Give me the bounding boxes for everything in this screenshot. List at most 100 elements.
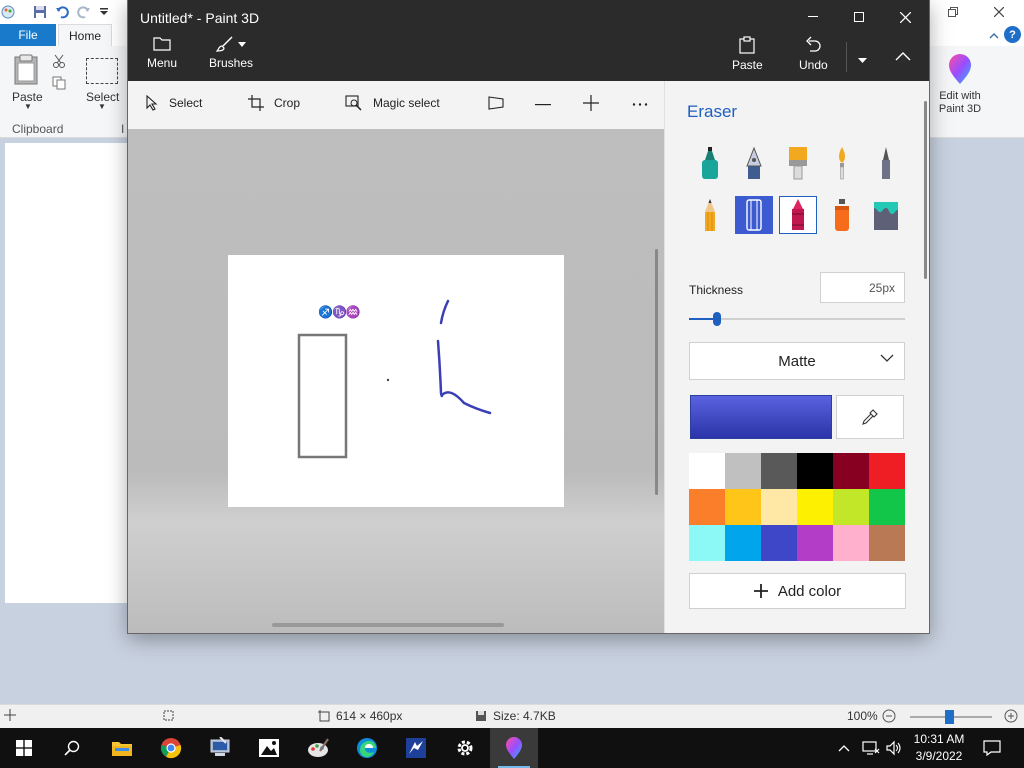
restore-icon[interactable] bbox=[930, 0, 976, 24]
thickness-slider[interactable] bbox=[689, 312, 905, 326]
file-explorer-icon[interactable] bbox=[98, 728, 146, 768]
paint-close-icon[interactable] bbox=[976, 0, 1022, 24]
paste-dropdown-icon[interactable]: ▼ bbox=[24, 102, 32, 111]
help-icon[interactable]: ? bbox=[1004, 26, 1021, 43]
palette-swatch[interactable] bbox=[833, 453, 869, 489]
crop-tool-button[interactable]: Crop bbox=[248, 95, 300, 111]
customize-quick-access-icon[interactable] bbox=[96, 4, 112, 20]
spray-can-icon[interactable] bbox=[823, 196, 861, 234]
workspace-horizontal-scrollbar[interactable] bbox=[272, 623, 504, 627]
tab-file[interactable]: File bbox=[0, 24, 56, 46]
palette-swatch[interactable] bbox=[797, 489, 833, 525]
search-icon[interactable] bbox=[48, 728, 96, 768]
palette-swatch[interactable] bbox=[869, 525, 905, 561]
paste-icon[interactable] bbox=[12, 54, 42, 86]
menu-button[interactable]: Menu bbox=[147, 36, 177, 70]
palette-swatch[interactable] bbox=[869, 489, 905, 525]
thickness-slider-thumb[interactable] bbox=[713, 312, 722, 326]
settings-icon[interactable] bbox=[441, 728, 489, 768]
palette-swatch[interactable] bbox=[797, 453, 833, 489]
redo-icon[interactable] bbox=[76, 4, 92, 20]
zoom-in-icon[interactable] bbox=[1004, 709, 1018, 723]
zoom-out-icon[interactable] bbox=[882, 709, 896, 723]
undo-button[interactable]: Undo bbox=[799, 36, 828, 72]
palette-swatch[interactable] bbox=[833, 525, 869, 561]
notifications-icon[interactable] bbox=[983, 728, 1001, 768]
eraser-icon[interactable] bbox=[735, 196, 773, 234]
command-bar: Menu Brushes Paste Undo bbox=[128, 34, 929, 81]
close-icon[interactable] bbox=[882, 0, 928, 34]
paint-taskbar-icon[interactable] bbox=[294, 728, 342, 768]
history-dropdown-icon[interactable] bbox=[858, 52, 867, 66]
cut-icon[interactable] bbox=[52, 54, 66, 71]
add-color-button[interactable]: Add color bbox=[689, 573, 906, 609]
zoom-out-tool-icon[interactable] bbox=[535, 104, 551, 106]
paste-command-button[interactable]: Paste bbox=[732, 36, 763, 72]
tool-bar: Select Crop Magic select bbox=[128, 81, 664, 129]
save-icon[interactable] bbox=[32, 4, 48, 20]
brushes-button[interactable]: Brushes bbox=[209, 36, 253, 70]
eyedropper-button[interactable] bbox=[836, 395, 904, 439]
edge-icon[interactable] bbox=[343, 728, 391, 768]
magic-select-button[interactable]: Magic select bbox=[345, 95, 440, 111]
thickness-input[interactable]: 25px bbox=[820, 272, 905, 303]
drawing-canvas[interactable]: ♐♑♒ bbox=[228, 255, 564, 507]
edit-with-paint3d-button[interactable]: Edit with Paint 3D bbox=[937, 90, 983, 116]
crayon-icon[interactable] bbox=[779, 196, 817, 234]
palette-swatch[interactable] bbox=[725, 525, 761, 561]
remote-desktop-icon[interactable] bbox=[196, 728, 244, 768]
pixel-pen-icon[interactable] bbox=[867, 144, 905, 182]
zoom-slider-thumb[interactable] bbox=[944, 710, 954, 724]
volume-icon[interactable] bbox=[886, 728, 902, 768]
finish-dropdown[interactable]: Matte bbox=[689, 342, 905, 380]
crop-icon bbox=[248, 95, 264, 111]
undo-icon[interactable] bbox=[54, 4, 70, 20]
palette-swatch[interactable] bbox=[725, 453, 761, 489]
zoom-slider[interactable] bbox=[910, 710, 992, 724]
pointer-icon bbox=[146, 95, 158, 111]
marker-brush-icon[interactable] bbox=[691, 144, 729, 182]
minimize-icon[interactable] bbox=[790, 0, 836, 34]
palette-swatch[interactable] bbox=[761, 453, 797, 489]
tab-home[interactable]: Home bbox=[58, 24, 112, 46]
clock[interactable]: 10:31 AM 3/9/2022 bbox=[912, 731, 966, 765]
select-tool-button[interactable]: Select bbox=[145, 95, 202, 111]
show-hidden-icons[interactable] bbox=[838, 728, 850, 768]
palette-swatch[interactable] bbox=[761, 489, 797, 525]
palette-swatch[interactable] bbox=[689, 525, 725, 561]
more-options-icon[interactable] bbox=[632, 103, 648, 106]
plus-icon bbox=[753, 584, 768, 598]
collapse-toolbar-icon[interactable] bbox=[895, 50, 911, 64]
palette-swatch[interactable] bbox=[689, 453, 725, 489]
maximize-icon[interactable] bbox=[836, 0, 882, 34]
palette-swatch[interactable] bbox=[725, 489, 761, 525]
oil-brush-icon[interactable] bbox=[779, 144, 817, 182]
workspace-vertical-scrollbar[interactable] bbox=[655, 249, 658, 495]
palette-swatch[interactable] bbox=[797, 525, 833, 561]
fill-bucket-icon[interactable] bbox=[867, 196, 905, 234]
paint-canvas[interactable] bbox=[5, 143, 129, 603]
flip-icon[interactable] bbox=[487, 95, 505, 111]
app-icon-blue[interactable] bbox=[392, 728, 440, 768]
drawn-stroke-1 bbox=[439, 299, 450, 325]
panel-scrollbar[interactable] bbox=[924, 101, 927, 279]
copy-icon[interactable] bbox=[52, 76, 66, 93]
ribbon-collapse-icon[interactable] bbox=[985, 26, 1002, 43]
select-dropdown-icon[interactable]: ▼ bbox=[98, 102, 106, 111]
palette-swatch[interactable] bbox=[761, 525, 797, 561]
network-icon[interactable] bbox=[862, 728, 880, 768]
photos-icon[interactable] bbox=[245, 728, 293, 768]
current-color-swatch[interactable] bbox=[690, 395, 832, 439]
zoom-in-tool-icon[interactable] bbox=[583, 95, 599, 111]
chrome-icon[interactable] bbox=[147, 728, 195, 768]
calligraphy-pen-icon[interactable] bbox=[735, 144, 773, 182]
palette-swatch[interactable] bbox=[869, 453, 905, 489]
select-icon[interactable] bbox=[86, 58, 118, 84]
paint3d-logo-icon bbox=[945, 54, 975, 89]
palette-swatch[interactable] bbox=[689, 489, 725, 525]
paint3d-taskbar-icon[interactable] bbox=[490, 728, 538, 768]
pencil-icon[interactable] bbox=[691, 196, 729, 234]
watercolor-brush-icon[interactable] bbox=[823, 144, 861, 182]
palette-swatch[interactable] bbox=[833, 489, 869, 525]
start-button[interactable] bbox=[0, 728, 48, 768]
